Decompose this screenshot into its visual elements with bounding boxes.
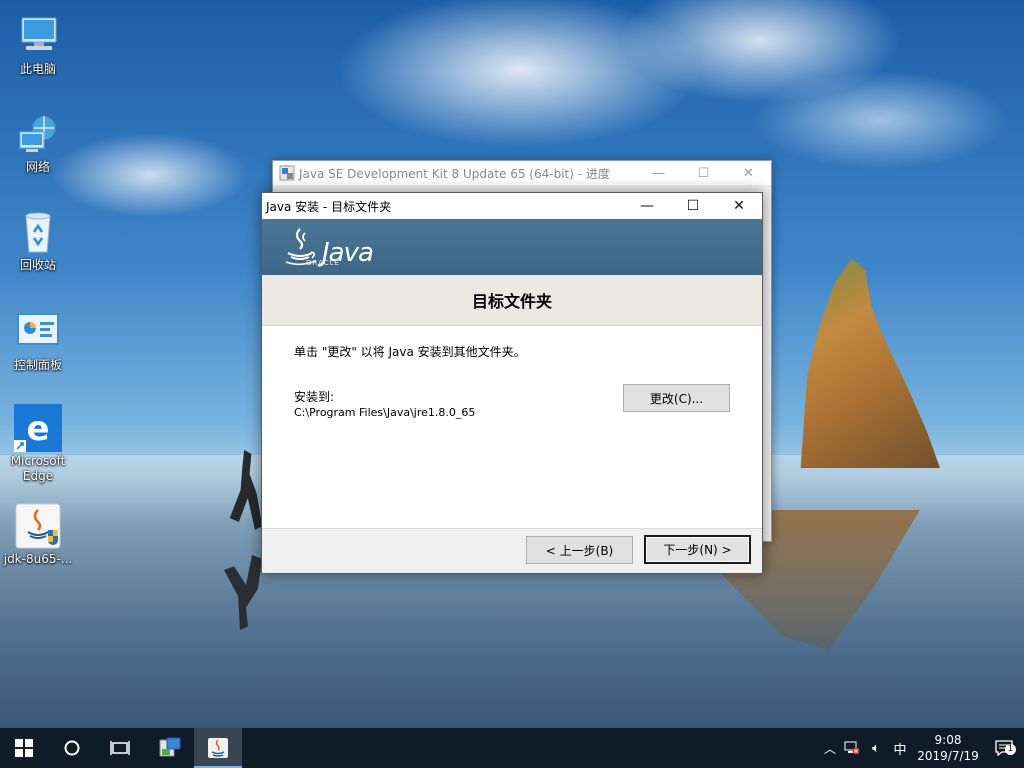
- installer-app-icon: [279, 165, 295, 181]
- search-circle-icon: [64, 740, 80, 756]
- java-installer-icon: [208, 738, 228, 758]
- maximize-icon[interactable]: ☐: [670, 193, 716, 219]
- java-installer-icon: [14, 502, 62, 550]
- action-center-icon[interactable]: 1: [984, 740, 1024, 756]
- instruction-text: 单击 "更改" 以将 Java 安装到其他文件夹。: [294, 345, 526, 359]
- desktop-icon-jdk-installer[interactable]: jdk-8u65-...: [0, 502, 76, 567]
- taskbar: ︿ 🔈︎ 中 9:08 2019/7/19 1: [0, 728, 1024, 768]
- dialog-footer: < 上一步(B) 下一步(N) >: [262, 528, 762, 573]
- task-view-button[interactable]: [96, 728, 144, 768]
- minimize-icon[interactable]: —: [636, 161, 681, 185]
- desktop-icon-label: Microsoft Edge: [10, 454, 66, 483]
- clock[interactable]: 9:08 2019/7/19: [912, 732, 984, 764]
- volume-icon[interactable]: 🔈︎: [864, 741, 888, 756]
- desktop-icon-label: 控制面板: [13, 358, 62, 372]
- close-icon[interactable]: ✕: [726, 161, 771, 185]
- maximize-icon[interactable]: ☐: [681, 161, 726, 185]
- desktop-icon-control-panel[interactable]: 控制面板: [0, 308, 76, 373]
- desktop-icon-edge[interactable]: e Microsoft Edge: [0, 404, 76, 484]
- desktop-icon-label: 此电脑: [19, 62, 56, 76]
- taskbar-app-java-setup[interactable]: [194, 728, 242, 768]
- dialog-content: 单击 "更改" 以将 Java 安装到其他文件夹。 安装到: C:\Progra…: [262, 326, 762, 528]
- edge-icon: e: [14, 404, 62, 452]
- clock-date: 2019/7/19: [917, 749, 979, 763]
- page-header: 目标文件夹: [262, 275, 762, 326]
- clock-time: 9:08: [934, 733, 962, 747]
- computer-icon: [14, 12, 62, 60]
- search-button[interactable]: [48, 728, 96, 768]
- control-panel-icon: [14, 308, 62, 356]
- change-folder-button[interactable]: 更改(C)...: [623, 384, 730, 412]
- desktop-icon-recycle-bin[interactable]: 回收站: [0, 208, 76, 273]
- taskbar-app-installer[interactable]: [146, 728, 194, 768]
- installer-app-icon: [159, 737, 181, 757]
- network-icon: [14, 110, 62, 158]
- desktop-icon-label: jdk-8u65-...: [3, 552, 73, 566]
- desktop-icon-network[interactable]: 网络: [0, 110, 76, 175]
- close-icon[interactable]: ✕: [716, 193, 762, 219]
- desktop-icon-this-pc[interactable]: 此电脑: [0, 12, 76, 77]
- install-to-label: 安装到:: [294, 390, 335, 404]
- minimize-icon[interactable]: —: [624, 193, 670, 219]
- task-view-icon: [110, 741, 130, 755]
- background-window-titlebar[interactable]: Java SE Development Kit 8 Update 65 (64-…: [273, 161, 771, 185]
- dialog-titlebar[interactable]: Java 安装 - 目标文件夹 — ☐ ✕: [262, 193, 762, 219]
- ime-indicator[interactable]: 中: [888, 739, 912, 758]
- install-path: C:\Program Files\Java\jre1.8.0_65: [294, 406, 476, 419]
- start-button[interactable]: [0, 728, 48, 768]
- next-button[interactable]: 下一步(N) >: [644, 535, 751, 564]
- notification-count-badge: 1: [1005, 744, 1016, 755]
- windows-logo-icon: [15, 739, 33, 757]
- back-button[interactable]: < 上一步(B): [526, 536, 633, 564]
- chevron-up-icon[interactable]: ︿: [820, 740, 840, 757]
- background-window-title: Java SE Development Kit 8 Update 65 (64-…: [299, 166, 610, 181]
- wallpaper-rock: [800, 258, 940, 468]
- desktop-icon-label: 网络: [25, 160, 50, 174]
- svg-text:e: e: [26, 409, 49, 449]
- system-tray: ︿ 🔈︎ 中 9:08 2019/7/19 1: [820, 728, 1024, 768]
- network-status-icon[interactable]: [840, 741, 864, 755]
- java-setup-dialog[interactable]: Java 安装 - 目标文件夹 — ☐ ✕ Java ORACLE 目标文件夹 …: [261, 192, 763, 574]
- java-banner: Java ORACLE: [262, 219, 762, 275]
- recycle-bin-icon: [14, 208, 62, 256]
- desktop-icon-label: 回收站: [19, 258, 56, 272]
- dialog-title: Java 安装 - 目标文件夹: [266, 199, 392, 214]
- oracle-wordmark: ORACLE: [306, 259, 340, 267]
